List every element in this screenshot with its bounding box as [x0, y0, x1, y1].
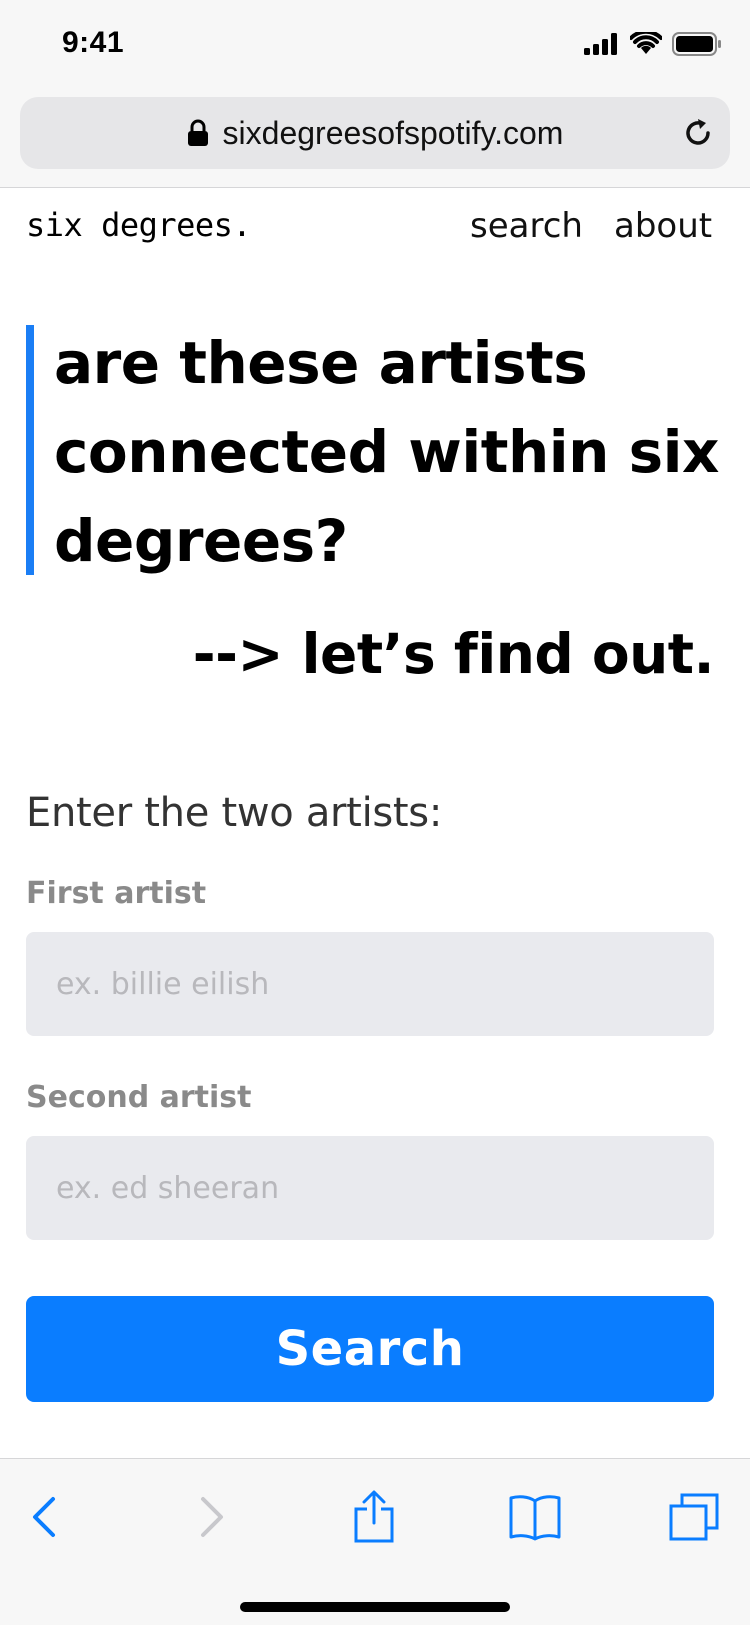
reload-icon — [686, 119, 710, 145]
lock-icon — [187, 119, 208, 146]
wifi-icon — [630, 32, 662, 54]
browser-address-area: sixdegreesofspotify.com — [0, 92, 750, 188]
status-bar: 9:41 — [0, 0, 750, 92]
cellular-signal-icon — [584, 33, 617, 55]
headline-block: are these artists connected within six d… — [26, 325, 734, 575]
status-time: 9:41 — [62, 26, 125, 59]
first-artist-label: First artist — [26, 876, 207, 911]
browser-toolbar — [0, 1458, 750, 1625]
site-nav: six degrees. search about — [0, 188, 750, 268]
second-artist-label: Second artist — [26, 1080, 252, 1115]
chevron-right-icon — [201, 1497, 223, 1537]
search-button[interactable]: Search — [26, 1296, 714, 1402]
battery-icon — [672, 32, 721, 56]
nav-link-search[interactable]: search — [470, 206, 583, 246]
share-icon — [354, 1490, 394, 1543]
home-indicator — [240, 1602, 510, 1612]
second-artist-input[interactable] — [26, 1136, 714, 1240]
status-icons — [584, 32, 722, 56]
back-button[interactable] — [14, 1487, 74, 1547]
nav-link-about[interactable]: about — [614, 206, 712, 246]
tabs-icon — [669, 1493, 719, 1541]
chevron-left-icon — [33, 1497, 55, 1537]
first-artist-input[interactable] — [26, 932, 714, 1036]
reload-button[interactable] — [680, 115, 716, 151]
share-button[interactable] — [344, 1487, 404, 1547]
form-heading: Enter the two artists: — [26, 790, 443, 836]
page-headline: are these artists connected within six d… — [54, 329, 719, 575]
address-content: sixdegreesofspotify.com — [20, 97, 730, 169]
tagline: --> let’s find out. — [192, 622, 715, 686]
bookmarks-button[interactable] — [505, 1487, 565, 1547]
address-bar[interactable]: sixdegreesofspotify.com — [20, 97, 730, 169]
url-text: sixdegreesofspotify.com — [222, 114, 564, 151]
forward-button[interactable] — [182, 1487, 242, 1547]
site-logo[interactable]: six degrees. — [26, 206, 252, 244]
book-icon — [509, 1495, 561, 1541]
tabs-button[interactable] — [664, 1487, 724, 1547]
